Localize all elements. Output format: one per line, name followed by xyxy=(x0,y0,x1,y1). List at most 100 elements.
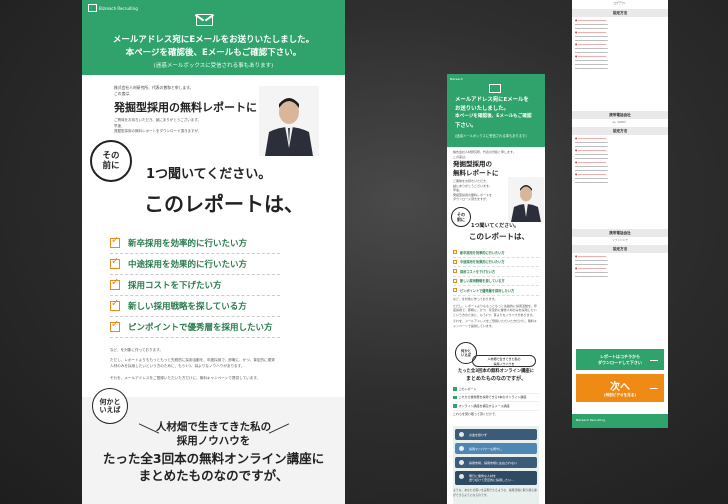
sp-intro-1: 株式会社人材研究所、代表の曽和と申します。 xyxy=(453,150,516,154)
sp-para-2: ただし、レポートよりももっともっと先鋭的に採用活動を、年度採用で、即戦に、かつ、… xyxy=(453,303,537,317)
sp-online-heading: たった全3回本の無料オンライン講座に まとめたものなのですが、 xyxy=(451,369,541,382)
list-item: このレポート xyxy=(453,385,539,394)
rp-settings-bar: 設定方法 xyxy=(572,9,668,17)
nanika-badge: 何かと いえば xyxy=(92,388,128,424)
check-item: 採用コストを下げたい方 xyxy=(110,275,280,296)
pc-know-2: 採用ノウハウを xyxy=(176,435,251,447)
next-video-button[interactable]: 次へ (特別ビデオを見る) xyxy=(576,374,664,402)
sp-online-2: まとめたものなのですが、 xyxy=(466,375,526,382)
pc-logo: Bizreach Recruiting xyxy=(88,4,138,12)
rp-settings-bar: 設定方法 xyxy=(572,245,668,253)
pc-desc: ご興味をお持ちいただき、誠にありがとうございます。 早速、 発掘型採用の無料レポ… xyxy=(114,118,254,135)
check-label: 中途採用を効果的に行いたい方 xyxy=(128,260,248,270)
sono-mae-text: その 前に xyxy=(457,212,465,222)
rp-footer-logo: Bizreach Recruiting xyxy=(576,418,606,422)
check-item: 新しい採用戦略を探している方 xyxy=(453,277,539,286)
sp-headline-1: メールアドレス宛にEメールを xyxy=(455,97,529,103)
sp-quote: 人材畑で生きてきた私の 採用ノウハウを xyxy=(472,355,536,367)
report-heading: このレポートは、 xyxy=(144,192,304,216)
checkbox-icon xyxy=(110,319,120,332)
checkbox-icon xyxy=(453,278,457,283)
pc-intro: 株式会社人材研究所、代表の曽和と申します。 この度は、 xyxy=(114,85,193,97)
bullet-icon xyxy=(453,387,457,391)
checkbox-icon xyxy=(453,250,457,255)
checkbox-icon xyxy=(110,277,120,290)
pc-report-title: 発掘型採用の無料レポートに xyxy=(114,101,257,114)
list-note-text: これらを受け取って頂くだけで、 xyxy=(453,412,498,417)
step-item: 明日に優秀な人材を 送り続けて安定的に採用したい… xyxy=(455,471,537,485)
pc-headline-1: メールアドレス宛にEメールをお送りいたしました。 xyxy=(112,35,315,45)
mail-icon xyxy=(489,84,501,93)
sp-desc-5: ダウンロード頂きますが、 xyxy=(453,197,489,201)
sp-headline-4: 下さい。 xyxy=(455,122,477,129)
sp-headline-note: (迷惑メールボックスに受信される事もあります) xyxy=(455,134,527,138)
sp-offer-list: このレポート これから優秀層を採用できる3本のオンライン講座 オンライン講座を補… xyxy=(453,385,539,418)
check-label: 採用コストを下げたい方 xyxy=(460,269,496,274)
sp-steps: お金を掛けず 採用マンパワーも増やし 採用市場、採用市場に左右されない 明日に優… xyxy=(453,426,539,504)
sp-online-1: たった全3回本の無料オンライン講座に xyxy=(457,369,535,374)
check-label: 新しい採用戦略を探している方 xyxy=(128,302,247,312)
presenter-photo xyxy=(508,177,544,222)
check-item: 新しい採用戦略を探している方 xyxy=(110,296,280,317)
checkbox-icon xyxy=(110,256,120,269)
check-item: 新卒採用を効率的に行いたい方 xyxy=(453,248,539,258)
rp-top-text: ログアウト xyxy=(613,2,627,5)
pc-intro-2: この度は、 xyxy=(114,91,133,96)
arrow-right-icon xyxy=(650,359,658,361)
step-item: 採用市場、採用市場に左右されない xyxy=(455,457,537,468)
checkbox-icon xyxy=(453,259,457,264)
pc-mockup: Bizreach Recruiting メールアドレス宛にEメールをお送りいたし… xyxy=(82,0,345,504)
rp-carrier-bar: 携帯電話会社 xyxy=(572,111,668,119)
sp-logo: Bizreach xyxy=(450,77,463,81)
rp-carrier-name: ソフトバンク xyxy=(612,239,628,242)
nanika-text: 何かと いえば xyxy=(99,397,121,415)
check-item: ピンポイントで優秀層を採用したい方 xyxy=(110,317,280,338)
sp-headline: メールアドレス宛にEメールを お送りいたしました。 本ページを確認後、Eメールも… xyxy=(455,96,532,130)
rp-line: ━━━━━━━━━━━━━━━━━━━━━ xyxy=(575,67,608,70)
rp-instructions-3: ● ━━━━━━━━━━━━━━━━━━ ━━━━━━━━━━━━━━━━━━━… xyxy=(572,253,668,315)
sp-footer-note: ような、あなたの思いを実現できるような、採用活動に取り組む事ができるようになるの… xyxy=(453,488,537,497)
list-label: これから優秀層を採用できる3本のオンライン講座 xyxy=(458,395,527,400)
list-item: オンライン講座を補完するメール講座 xyxy=(453,402,539,411)
check-label: ピンポイントで優秀層を採用したい方 xyxy=(128,323,273,333)
rp-line: ━━━━━━━━━━━━━━━━━━━━━ xyxy=(575,275,608,278)
next-sub-label: (特別ビデオを見る) xyxy=(603,393,637,397)
check-label: 新しい採用戦略を探している方 xyxy=(460,279,505,284)
sono-mae-text: その 前に xyxy=(102,151,120,171)
sp-headline-2: お送りいたしました。 xyxy=(455,105,509,112)
sp-para: など、を対象に作っております。 ただし、レポートよりももっともっと先鋭的に採用活… xyxy=(453,297,539,328)
rp-settings-bar: 設定方法 xyxy=(572,127,668,135)
pc-desc-3: 発掘型採用の無料レポートをダウンロード頂きますが、 xyxy=(114,129,202,133)
sp-para-1: など、を対象に作っております。 xyxy=(453,297,498,301)
step-label: 明日に優秀な人材を 送り続けて安定的に採用したい… xyxy=(469,474,515,482)
check-label: 中途採用を効果的に行いたい方 xyxy=(460,260,505,265)
pc-know-heading: 人材畑で生きてきた私の 採用ノウハウを xyxy=(82,420,345,448)
step-label: お金を掛けず xyxy=(469,432,488,437)
bullet-icon xyxy=(453,404,457,408)
step-label: 採用市場、採用市場に左右されない xyxy=(469,460,518,465)
check-label: ピンポイントで優秀層を採用したい方 xyxy=(460,288,515,293)
sp-report-title: 発掘型採用の 無料レポートに xyxy=(453,160,499,178)
sono-mae-badge: その 前に xyxy=(90,140,132,182)
download-report-button[interactable]: レポートはコチラから ダウンロードして下さい xyxy=(576,349,664,370)
check-item: ピンポイントで優秀層を採用したい方 xyxy=(453,286,539,296)
download-report-label: レポートはコチラから ダウンロードして下さい xyxy=(598,354,642,365)
sp-intro-2: この度は、 xyxy=(453,154,469,159)
check-item: 中途採用を効果的に行いたい方 xyxy=(110,254,280,275)
pc-online-2: まとめたものなのですが、 xyxy=(138,468,289,483)
rp-line: ━━━━━━━━━━━━━━━━━━━━━ xyxy=(575,181,608,184)
sp-headline-3: 本ページを確認後、Eメールもご確認 xyxy=(455,114,532,119)
pc-know-1: 人材畑で生きてきた私の xyxy=(155,421,272,433)
checkbox-icon xyxy=(110,298,120,311)
sp-para-3: それを、メールアドレスをご登録いただいた方だけに、無料キャンペーンで提供していま… xyxy=(453,319,537,328)
checkbox-icon xyxy=(453,269,457,274)
checkbox-icon xyxy=(110,235,120,248)
pc-header: Bizreach Recruiting メールアドレス宛にEメールをお送りいたし… xyxy=(82,0,345,75)
sono-mae-badge: その 前に xyxy=(451,207,471,227)
check-item: 新卒採用を効率的に行いたい方 xyxy=(110,233,280,254)
pc-para-1: など、を対象に作っております。 xyxy=(110,348,164,352)
mail-icon xyxy=(196,14,213,26)
sp-title-2: 無料レポートに xyxy=(453,169,499,177)
rp-carrier-bar: 携帯電話会社 xyxy=(572,229,668,237)
pc-para-2: ただし、レポートよりももっともっと先鋭的に採用活動を、年度採用で、即戦に、かつ、… xyxy=(110,358,275,368)
